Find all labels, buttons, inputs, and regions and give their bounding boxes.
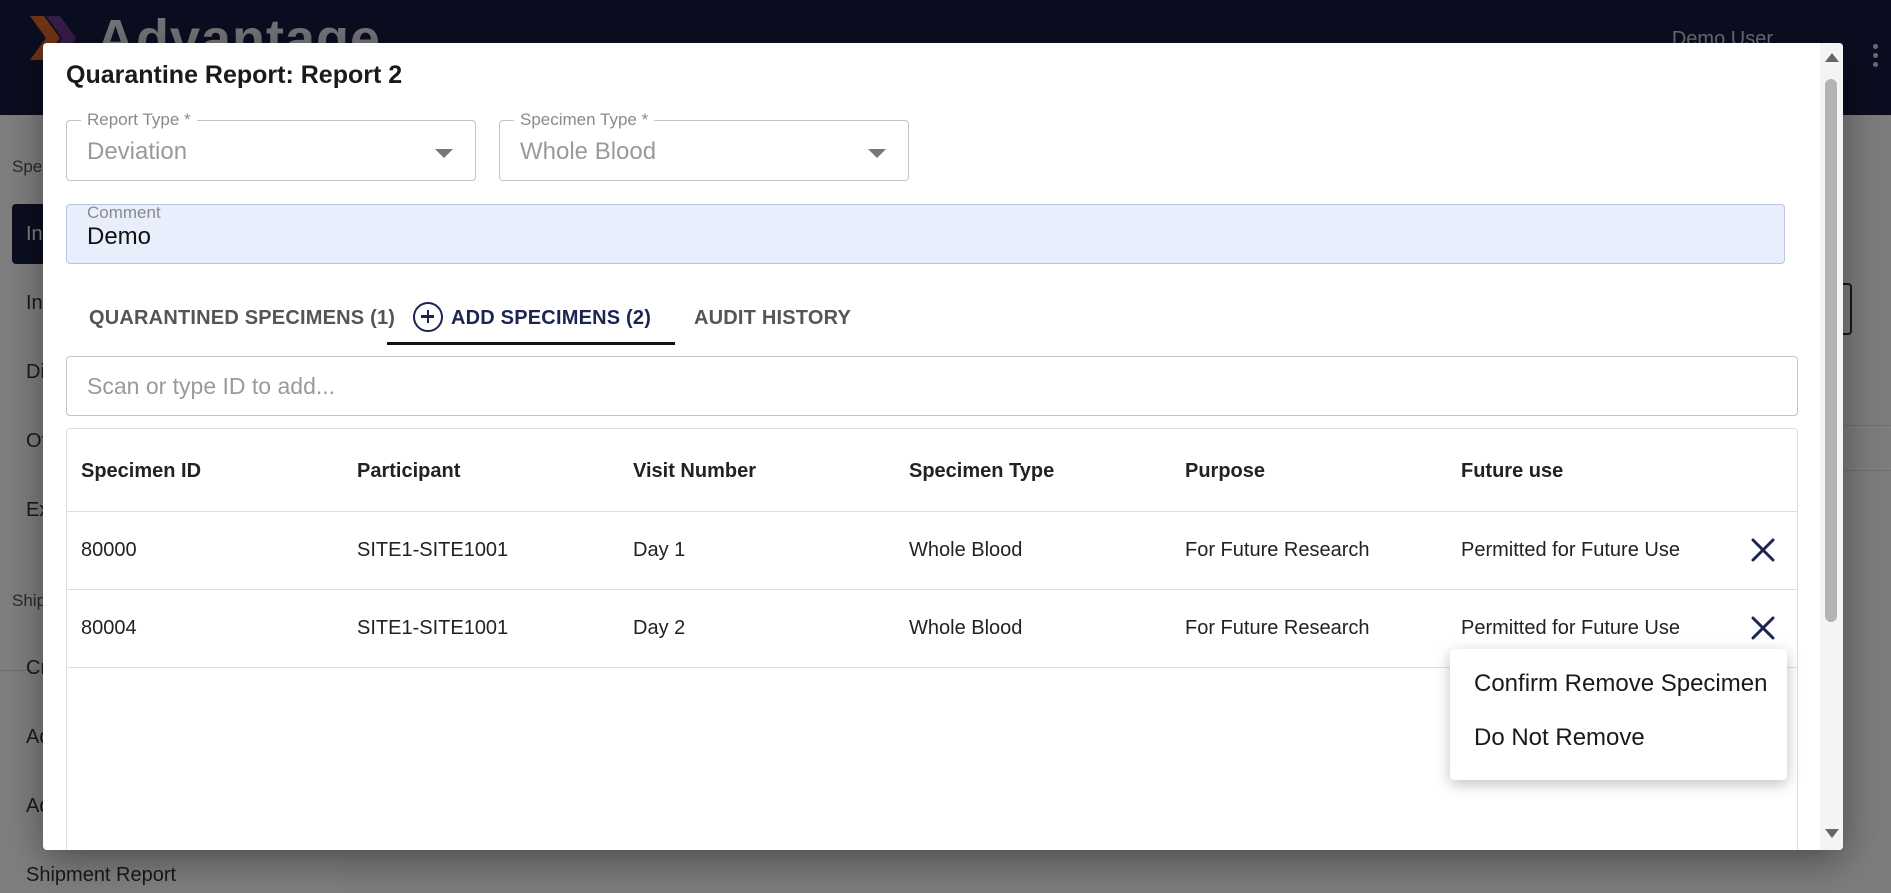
cell-future-use: Permitted for Future Use	[1461, 539, 1680, 561]
column-header[interactable]: Participant	[357, 460, 460, 483]
specimens-table: Specimen ID Participant Visit Number Spe…	[66, 428, 1798, 850]
tab-audit-history[interactable]: AUDIT HISTORY	[694, 293, 851, 345]
cell-specimen-type: Whole Blood	[909, 617, 1023, 639]
report-type-select[interactable]: Report Type * Deviation	[66, 110, 476, 181]
specimen-type-value: Whole Blood	[520, 138, 657, 165]
column-header[interactable]: Specimen ID	[81, 460, 201, 483]
tab-quarantined-specimens[interactable]: QUARANTINED SPECIMENS (1)	[89, 293, 395, 345]
remove-confirm-menu: Confirm Remove Specimen Do Not Remove	[1450, 649, 1787, 780]
do-not-remove-item[interactable]: Do Not Remove	[1450, 711, 1787, 765]
confirm-remove-specimen-item[interactable]: Confirm Remove Specimen	[1450, 657, 1787, 711]
scroll-down-icon[interactable]	[1825, 829, 1839, 838]
scroll-up-icon[interactable]	[1825, 53, 1839, 62]
cell-specimen-type: Whole Blood	[909, 539, 1023, 561]
cell-purpose: For Future Research	[1185, 539, 1370, 561]
column-header[interactable]: Specimen Type	[909, 460, 1054, 483]
dialog-title: Quarantine Report: Report 2	[66, 61, 403, 89]
cell-visit-number: Day 2	[633, 617, 686, 639]
cell-purpose: For Future Research	[1185, 617, 1370, 639]
add-circle-icon	[413, 301, 443, 332]
cell-visit-number: Day 1	[633, 539, 686, 561]
specimen-type-label: Specimen Type *	[514, 110, 655, 130]
table-header: Specimen ID Participant Visit Number Spe…	[67, 429, 1797, 512]
comment-value: Demo	[87, 223, 152, 250]
tab-add-specimens[interactable]: ADD SPECIMENS (2)	[387, 293, 676, 345]
dialog-scrollbar[interactable]	[1820, 43, 1843, 850]
report-type-value: Deviation	[87, 138, 188, 165]
dropdown-caret-icon	[435, 149, 453, 158]
remove-specimen-icon[interactable]	[1750, 537, 1776, 563]
remove-specimen-icon[interactable]	[1750, 615, 1776, 641]
table-row: 80000 SITE1-SITE1001 Day 1 Whole Blood F…	[67, 512, 1797, 590]
column-header[interactable]: Purpose	[1185, 460, 1265, 483]
comment-field[interactable]: Comment Demo	[66, 203, 1785, 264]
cell-future-use: Permitted for Future Use	[1461, 617, 1680, 639]
dropdown-caret-icon	[868, 149, 886, 158]
cell-participant: SITE1-SITE1001	[357, 617, 509, 639]
column-header[interactable]: Future use	[1461, 460, 1563, 483]
comment-label: Comment	[87, 203, 161, 222]
report-type-label: Report Type *	[81, 110, 197, 130]
cell-specimen-id: 80000	[81, 539, 137, 561]
cell-specimen-id: 80004	[81, 617, 137, 639]
scrollbar-thumb[interactable]	[1825, 79, 1837, 622]
specimen-type-select[interactable]: Specimen Type * Whole Blood	[499, 110, 909, 181]
column-header[interactable]: Visit Number	[633, 460, 756, 483]
tab-add-specimens-label: ADD SPECIMENS (2)	[451, 307, 652, 329]
scan-specimen-input[interactable]	[66, 356, 1798, 416]
cell-participant: SITE1-SITE1001	[357, 539, 509, 561]
